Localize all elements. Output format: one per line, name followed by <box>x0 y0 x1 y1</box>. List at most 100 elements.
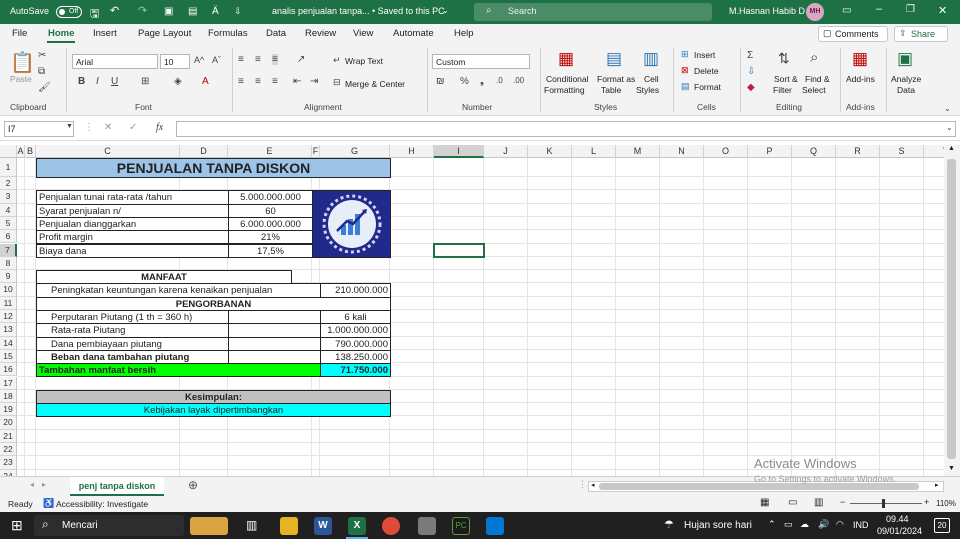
row-header[interactable]: 20 <box>0 416 17 430</box>
search-highlight-icon[interactable] <box>190 517 228 535</box>
scroll-up-icon[interactable]: ▲ <box>948 145 955 152</box>
wrap-text-button[interactable]: Wrap Text <box>345 56 383 66</box>
horizontal-scroll-thumb[interactable] <box>599 483 919 490</box>
volume-icon[interactable]: 🔊 <box>818 519 829 530</box>
sort-filter-label-1[interactable]: Sort & <box>774 74 798 84</box>
name-box[interactable]: I7 <box>4 121 74 137</box>
minimize-icon[interactable]: – <box>876 3 882 15</box>
accounting-icon[interactable]: ₪ <box>436 76 445 87</box>
align-left-icon[interactable]: ≡ <box>238 76 244 87</box>
row-header[interactable]: 2 <box>0 177 17 191</box>
select-all-corner[interactable] <box>0 145 17 158</box>
column-header[interactable]: E <box>228 145 312 158</box>
row-header[interactable]: 23 <box>0 456 17 470</box>
row-header[interactable]: 21 <box>0 429 17 443</box>
align-top-icon[interactable]: ≡ <box>238 54 244 65</box>
selected-cell[interactable] <box>433 242 485 258</box>
row-header[interactable]: 16 <box>0 363 17 377</box>
format-as-table-label-1[interactable]: Format as <box>597 74 635 84</box>
decrease-font-icon[interactable]: Aˇ <box>212 55 221 65</box>
avatar[interactable]: MH <box>806 3 824 21</box>
insert-function-icon[interactable]: fx <box>156 122 163 133</box>
normal-view-icon[interactable]: ▦ <box>760 497 769 508</box>
vertical-scrollbar[interactable]: ▲ ▼ <box>944 145 960 476</box>
row-header[interactable]: 19 <box>0 403 17 417</box>
row-header[interactable]: 4 <box>0 203 17 217</box>
italic-icon[interactable]: I <box>96 76 99 87</box>
cell-styles-icon[interactable]: ▥ <box>643 49 659 69</box>
column-header[interactable]: K <box>528 145 572 158</box>
tab-data[interactable]: Data <box>266 28 286 39</box>
column-header[interactable]: B <box>25 145 36 158</box>
analyze-data-icon[interactable]: ▣ <box>897 49 913 69</box>
format-as-table-icon[interactable]: ▤ <box>606 49 622 69</box>
next-sheet-icon[interactable]: ▸ <box>42 480 46 489</box>
decrease-indent-icon[interactable]: ⇤ <box>293 76 301 87</box>
row-header[interactable]: 9 <box>0 270 17 284</box>
conditional-formatting-label-2[interactable]: Formatting <box>544 85 585 95</box>
row-header[interactable]: 1 <box>0 158 17 177</box>
page-break-icon[interactable]: ▥ <box>814 497 823 508</box>
customize-qat-icon[interactable]: ⇩ <box>234 6 242 17</box>
redo-icon[interactable]: ↷ <box>138 4 147 17</box>
align-right-icon[interactable]: ≡ <box>272 76 278 87</box>
row-header[interactable]: 22 <box>0 443 17 457</box>
bold-icon[interactable]: B <box>78 76 85 87</box>
saved-status[interactable]: • Saved to this PC <box>372 6 445 16</box>
column-header[interactable]: O <box>704 145 748 158</box>
decrease-decimal-icon[interactable]: .00 <box>513 76 524 85</box>
weather-icon[interactable]: ☂ <box>664 518 674 531</box>
worksheet-grid[interactable]: ABCDEFGHIJKLMNOPQRST12345678910111213141… <box>0 145 944 476</box>
column-header[interactable]: I <box>434 145 484 158</box>
orientation-icon[interactable]: ↗ <box>297 54 305 65</box>
find-icon[interactable]: ⌕ <box>810 49 818 66</box>
delete-button[interactable]: Delete <box>694 66 719 76</box>
column-header[interactable]: Q <box>792 145 836 158</box>
comments-button[interactable]: ▢ Comments <box>818 26 888 42</box>
increase-font-icon[interactable]: A^ <box>194 55 204 65</box>
tab-help[interactable]: Help <box>454 28 474 39</box>
number-format-select[interactable]: Custom <box>432 54 530 69</box>
row-header[interactable]: 11 <box>0 296 17 310</box>
page-layout-icon[interactable]: ▭ <box>788 497 797 508</box>
sort-filter-label-2[interactable]: Filter <box>773 85 792 95</box>
clock-time[interactable]: 09.44 <box>886 514 909 524</box>
format-button[interactable]: Format <box>694 82 721 92</box>
tab-review[interactable]: Review <box>305 28 336 39</box>
row-header[interactable]: 5 <box>0 216 17 231</box>
row-header[interactable]: 12 <box>0 310 17 324</box>
comma-icon[interactable]: ❟ <box>480 76 484 87</box>
copy-icon[interactable]: ⧉ <box>38 66 45 77</box>
sheet-tab-active[interactable]: penj tanpa diskon <box>70 477 164 496</box>
paste-label[interactable]: Paste <box>10 74 32 84</box>
align-middle-icon[interactable]: ≡ <box>255 54 261 65</box>
clear-icon[interactable]: ◆ <box>747 82 755 93</box>
column-header[interactable]: M <box>616 145 660 158</box>
percent-icon[interactable]: % <box>460 76 469 87</box>
autosum-icon[interactable]: Σ <box>747 50 753 61</box>
spelling-icon[interactable]: Ä <box>212 6 219 17</box>
underline-icon[interactable]: U <box>111 76 118 87</box>
scroll-right-icon[interactable]: ▸ <box>935 481 939 489</box>
conditional-formatting-icon[interactable]: ▦ <box>558 49 574 69</box>
tab-insert[interactable]: Insert <box>93 28 117 39</box>
tab-automate[interactable]: Automate <box>393 28 434 39</box>
zoom-slider-thumb[interactable] <box>882 499 885 508</box>
form-icon[interactable]: ▣ <box>164 6 173 17</box>
align-bottom-icon[interactable]: ≡ <box>272 54 278 65</box>
snipping-icon[interactable] <box>418 517 436 535</box>
cell-styles-label-1[interactable]: Cell <box>644 74 659 84</box>
find-select-label-2[interactable]: Select <box>802 85 826 95</box>
tab-formulas[interactable]: Formulas <box>208 28 248 39</box>
autosave-toggle[interactable]: Off <box>56 6 82 18</box>
task-view-icon[interactable]: ▥ <box>246 518 257 532</box>
clock-date[interactable]: 09/01/2024 <box>877 526 922 536</box>
row-header[interactable]: 3 <box>0 190 17 204</box>
weather-text[interactable]: Hujan sore hari <box>684 520 752 531</box>
column-header[interactable]: H <box>390 145 434 158</box>
vscode-icon[interactable] <box>486 517 504 535</box>
row-header[interactable]: 8 <box>0 256 17 271</box>
row-header[interactable]: 7 <box>0 243 17 257</box>
excel-icon[interactable]: X <box>348 517 366 535</box>
row-header[interactable]: 18 <box>0 389 17 404</box>
